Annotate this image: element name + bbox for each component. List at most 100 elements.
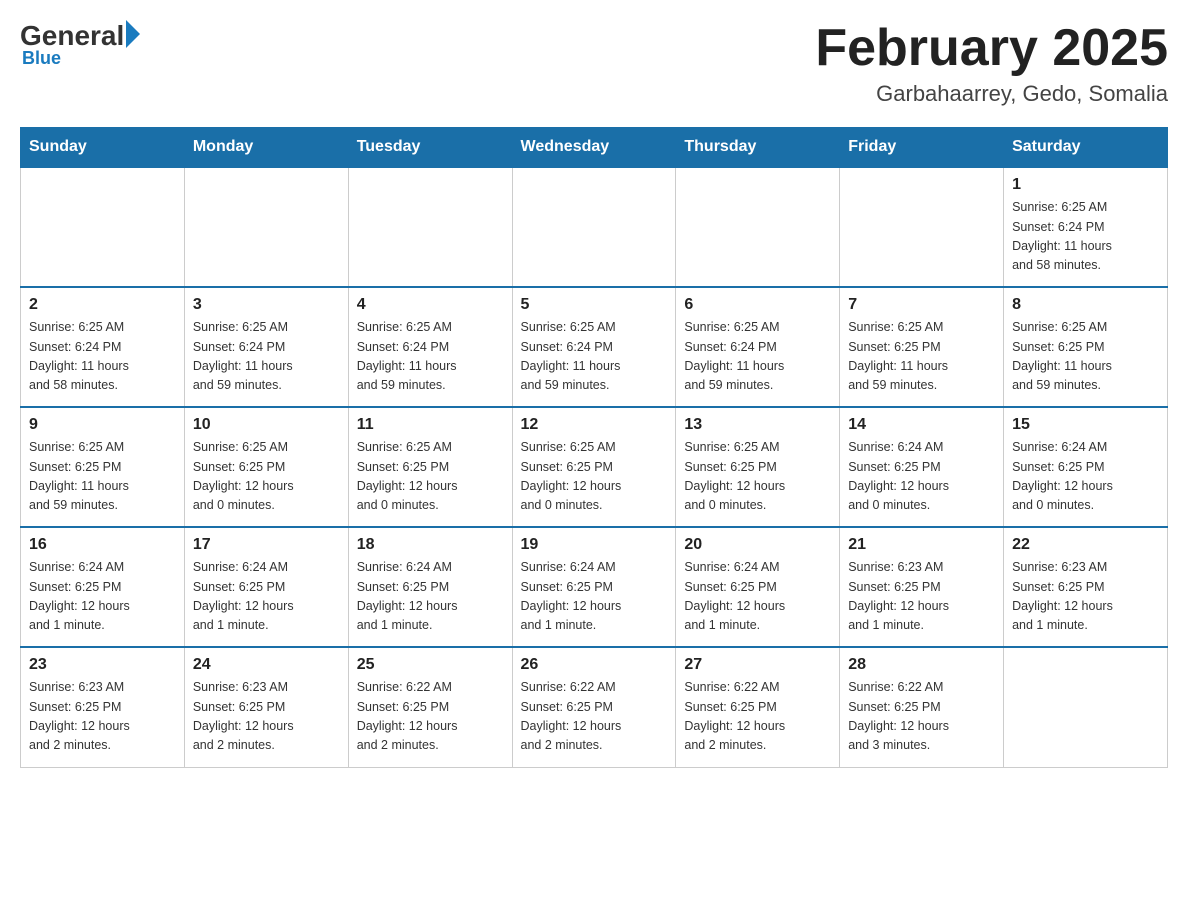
day-info: Sunrise: 6:25 AM Sunset: 6:24 PM Dayligh… — [193, 318, 340, 396]
day-number: 16 — [29, 536, 176, 554]
calendar-cell — [512, 167, 676, 287]
calendar-cell: 14 Sunrise: 6:24 AM Sunset: 6:25 PM Dayli… — [840, 407, 1004, 527]
calendar-cell — [21, 167, 185, 287]
calendar-cell — [1004, 647, 1168, 767]
day-number: 1 — [1012, 176, 1159, 194]
calendar-cell: 13 Sunrise: 6:25 AM Sunset: 6:25 PM Dayli… — [676, 407, 840, 527]
calendar-cell: 26 Sunrise: 6:22 AM Sunset: 6:25 PM Dayli… — [512, 647, 676, 767]
day-info: Sunrise: 6:25 AM Sunset: 6:25 PM Dayligh… — [521, 438, 668, 516]
day-number: 23 — [29, 656, 176, 674]
day-number: 10 — [193, 416, 340, 434]
calendar-cell: 8Sunrise: 6:25 AM Sunset: 6:25 PM Daylig… — [1004, 287, 1168, 407]
day-info: Sunrise: 6:25 AM Sunset: 6:25 PM Dayligh… — [684, 438, 831, 516]
calendar-cell — [348, 167, 512, 287]
calendar-cell: 27Sunrise: 6:22 AM Sunset: 6:25 PM Dayli… — [676, 647, 840, 767]
day-info: Sunrise: 6:25 AM Sunset: 6:25 PM Dayligh… — [848, 318, 995, 396]
day-number: 25 — [357, 656, 504, 674]
day-info: Sunrise: 6:23 AM Sunset: 6:25 PM Dayligh… — [848, 558, 995, 636]
day-info: Sunrise: 6:24 AM Sunset: 6:25 PM Dayligh… — [1012, 438, 1159, 516]
logo: General Blue — [20, 20, 140, 69]
calendar-week-row: 16 Sunrise: 6:24 AM Sunset: 6:25 PM Dayli… — [21, 527, 1168, 647]
page-header: General Blue February 2025 Garbahaarrey,… — [20, 20, 1168, 107]
day-info: Sunrise: 6:24 AM Sunset: 6:25 PM Dayligh… — [193, 558, 340, 636]
day-number: 6 — [684, 296, 831, 314]
calendar-cell: 1Sunrise: 6:25 AM Sunset: 6:24 PM Daylig… — [1004, 167, 1168, 287]
calendar-cell: 12 Sunrise: 6:25 AM Sunset: 6:25 PM Dayli… — [512, 407, 676, 527]
day-info: Sunrise: 6:25 AM Sunset: 6:24 PM Dayligh… — [684, 318, 831, 396]
day-number: 22 — [1012, 536, 1159, 554]
day-info: Sunrise: 6:25 AM Sunset: 6:24 PM Dayligh… — [521, 318, 668, 396]
calendar-cell: 23 Sunrise: 6:23 AM Sunset: 6:25 PM Dayli… — [21, 647, 185, 767]
day-number: 3 — [193, 296, 340, 314]
day-info: Sunrise: 6:22 AM Sunset: 6:25 PM Dayligh… — [521, 678, 668, 756]
calendar-cell: 19 Sunrise: 6:24 AM Sunset: 6:25 PM Dayli… — [512, 527, 676, 647]
day-info: Sunrise: 6:25 AM Sunset: 6:25 PM Dayligh… — [357, 438, 504, 516]
calendar-cell — [840, 167, 1004, 287]
logo-blue-text: Blue — [22, 48, 61, 69]
day-number: 27 — [684, 656, 831, 674]
day-info: Sunrise: 6:25 AM Sunset: 6:25 PM Dayligh… — [1012, 318, 1159, 396]
weekday-header-saturday: Saturday — [1004, 128, 1168, 168]
day-number: 15 — [1012, 416, 1159, 434]
day-info: Sunrise: 6:22 AM Sunset: 6:25 PM Dayligh… — [848, 678, 995, 756]
calendar-cell: 5Sunrise: 6:25 AM Sunset: 6:24 PM Daylig… — [512, 287, 676, 407]
day-info: Sunrise: 6:24 AM Sunset: 6:25 PM Dayligh… — [684, 558, 831, 636]
day-info: Sunrise: 6:25 AM Sunset: 6:25 PM Dayligh… — [29, 438, 176, 516]
calendar-week-row: 2Sunrise: 6:25 AM Sunset: 6:24 PM Daylig… — [21, 287, 1168, 407]
month-year-title: February 2025 — [815, 20, 1168, 77]
calendar-week-row: 1Sunrise: 6:25 AM Sunset: 6:24 PM Daylig… — [21, 167, 1168, 287]
day-info: Sunrise: 6:23 AM Sunset: 6:25 PM Dayligh… — [1012, 558, 1159, 636]
day-number: 24 — [193, 656, 340, 674]
day-number: 9 — [29, 416, 176, 434]
calendar-cell: 22 Sunrise: 6:23 AM Sunset: 6:25 PM Dayli… — [1004, 527, 1168, 647]
calendar-cell: 11 Sunrise: 6:25 AM Sunset: 6:25 PM Dayli… — [348, 407, 512, 527]
day-number: 17 — [193, 536, 340, 554]
day-number: 21 — [848, 536, 995, 554]
weekday-header-thursday: Thursday — [676, 128, 840, 168]
day-number: 7 — [848, 296, 995, 314]
day-number: 14 — [848, 416, 995, 434]
day-info: Sunrise: 6:24 AM Sunset: 6:25 PM Dayligh… — [848, 438, 995, 516]
day-number: 19 — [521, 536, 668, 554]
calendar-cell: 9 Sunrise: 6:25 AM Sunset: 6:25 PM Daylig… — [21, 407, 185, 527]
logo-triangle-icon — [126, 20, 140, 48]
calendar-week-row: 9 Sunrise: 6:25 AM Sunset: 6:25 PM Daylig… — [21, 407, 1168, 527]
calendar-cell: 7 Sunrise: 6:25 AM Sunset: 6:25 PM Daylig… — [840, 287, 1004, 407]
day-number: 4 — [357, 296, 504, 314]
day-number: 28 — [848, 656, 995, 674]
day-info: Sunrise: 6:25 AM Sunset: 6:25 PM Dayligh… — [193, 438, 340, 516]
calendar-cell — [184, 167, 348, 287]
weekday-header-monday: Monday — [184, 128, 348, 168]
day-info: Sunrise: 6:24 AM Sunset: 6:25 PM Dayligh… — [521, 558, 668, 636]
day-number: 18 — [357, 536, 504, 554]
day-number: 26 — [521, 656, 668, 674]
calendar-week-row: 23 Sunrise: 6:23 AM Sunset: 6:25 PM Dayli… — [21, 647, 1168, 767]
day-info: Sunrise: 6:23 AM Sunset: 6:25 PM Dayligh… — [29, 678, 176, 756]
calendar-cell: 25Sunrise: 6:22 AM Sunset: 6:25 PM Dayli… — [348, 647, 512, 767]
calendar-cell: 20 Sunrise: 6:24 AM Sunset: 6:25 PM Dayli… — [676, 527, 840, 647]
weekday-header-sunday: Sunday — [21, 128, 185, 168]
title-section: February 2025 Garbahaarrey, Gedo, Somali… — [815, 20, 1168, 107]
day-number: 13 — [684, 416, 831, 434]
calendar-cell: 3 Sunrise: 6:25 AM Sunset: 6:24 PM Daylig… — [184, 287, 348, 407]
calendar-cell: 21 Sunrise: 6:23 AM Sunset: 6:25 PM Dayli… — [840, 527, 1004, 647]
calendar-cell: 15 Sunrise: 6:24 AM Sunset: 6:25 PM Dayli… — [1004, 407, 1168, 527]
calendar-cell: 24 Sunrise: 6:23 AM Sunset: 6:25 PM Dayli… — [184, 647, 348, 767]
day-number: 12 — [521, 416, 668, 434]
day-info: Sunrise: 6:25 AM Sunset: 6:24 PM Dayligh… — [29, 318, 176, 396]
day-info: Sunrise: 6:23 AM Sunset: 6:25 PM Dayligh… — [193, 678, 340, 756]
calendar-cell: 17 Sunrise: 6:24 AM Sunset: 6:25 PM Dayli… — [184, 527, 348, 647]
calendar-table: SundayMondayTuesdayWednesdayThursdayFrid… — [20, 127, 1168, 768]
location-subtitle: Garbahaarrey, Gedo, Somalia — [815, 81, 1168, 107]
calendar-cell: 16 Sunrise: 6:24 AM Sunset: 6:25 PM Dayli… — [21, 527, 185, 647]
calendar-cell — [676, 167, 840, 287]
day-number: 11 — [357, 416, 504, 434]
day-number: 20 — [684, 536, 831, 554]
calendar-cell: 18 Sunrise: 6:24 AM Sunset: 6:25 PM Dayli… — [348, 527, 512, 647]
calendar-cell: 28 Sunrise: 6:22 AM Sunset: 6:25 PM Dayli… — [840, 647, 1004, 767]
weekday-header-wednesday: Wednesday — [512, 128, 676, 168]
day-info: Sunrise: 6:24 AM Sunset: 6:25 PM Dayligh… — [29, 558, 176, 636]
day-info: Sunrise: 6:24 AM Sunset: 6:25 PM Dayligh… — [357, 558, 504, 636]
weekday-header-friday: Friday — [840, 128, 1004, 168]
weekday-header-tuesday: Tuesday — [348, 128, 512, 168]
